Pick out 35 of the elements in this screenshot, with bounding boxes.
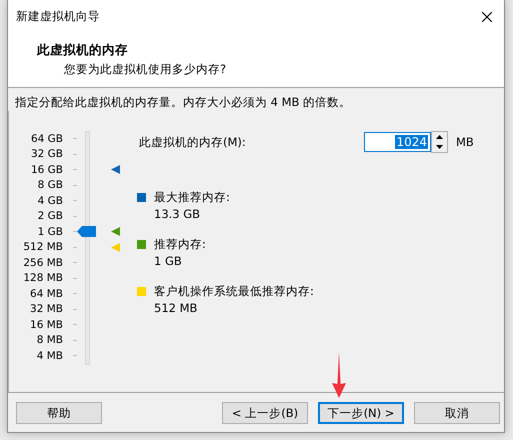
tick-label: 16 GB [30, 164, 63, 176]
tick-label: 512 MB [22, 241, 63, 254]
tick-label: 16 MB [29, 318, 63, 331]
tick-label: 8 MB [36, 334, 63, 346]
tick-label: 4 GB [36, 194, 63, 207]
legend-label: 最大推荐内存: [154, 190, 231, 205]
tick-label: 8 GB [36, 179, 63, 192]
page-heading: 此虚拟机的内存 [37, 42, 129, 59]
memory-input[interactable]: 1024 [364, 132, 431, 152]
slider-thumb[interactable] [77, 226, 96, 238]
tick-label: 256 MB [22, 256, 63, 269]
legend-value: 1 GB [154, 254, 183, 268]
spin-buttons[interactable] [431, 131, 448, 153]
close-icon[interactable] [482, 12, 492, 22]
tick-label: 2 GB [36, 210, 63, 222]
tick-label: 128 MB [22, 272, 63, 284]
wizard-button[interactable]: 帮助 [16, 402, 102, 424]
wizard-button[interactable]: < 上一步(B) [222, 402, 308, 424]
legend-label: 推荐内存: [154, 237, 207, 252]
tick-label: 64 MB [29, 288, 63, 300]
tick-label: 4 MB [36, 350, 63, 362]
tick-label: 32 MB [29, 303, 63, 316]
wizard-button[interactable]: 下一步(N) > [318, 402, 404, 424]
unit-label: MB [456, 135, 474, 149]
page-subtitle: 您要为此虚拟机使用多少内存? [63, 62, 228, 77]
tick-label: 1 GB [36, 226, 63, 238]
tick-label: 32 GB [30, 148, 63, 160]
legend-value: 512 MB [154, 301, 198, 315]
wizard-button[interactable]: 取消 [414, 402, 500, 424]
tick-label: 64 GB [30, 132, 63, 145]
field-label: 此虚拟机的内存(M): [139, 134, 247, 150]
instruction-text: 指定分配给此虚拟机的内存量。内存大小必须为 4 MB 的倍数。 [15, 95, 352, 109]
legend-value: 13.3 GB [154, 207, 202, 221]
legend-label: 客户机操作系统最低推荐内存: [154, 284, 315, 299]
window-title: 新建虚拟机向导 [16, 9, 100, 24]
